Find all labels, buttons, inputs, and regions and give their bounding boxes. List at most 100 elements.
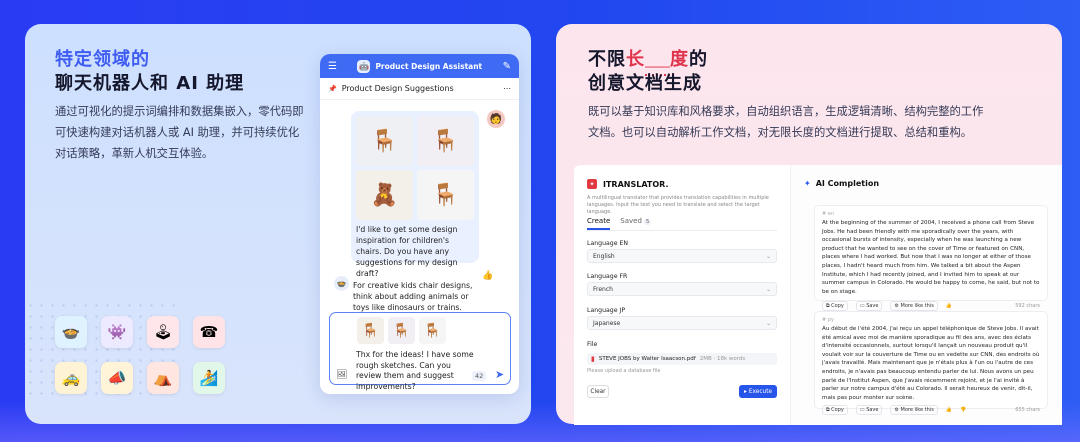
language-fr-select[interactable]: French ⌄	[587, 282, 777, 296]
chevron-down-icon: ⌄	[765, 286, 771, 293]
copy-button[interactable]: ⧉ Copy	[822, 405, 848, 416]
pin-icon: 📌	[328, 84, 337, 93]
ai-completion-panel: ✦ AI Completion # en At the beginning of …	[790, 165, 1062, 425]
card-actions: ⧉ Copy ▭ Save ⚙ More like this 👍 592 cha…	[822, 301, 1040, 312]
clear-button[interactable]: Clear	[587, 385, 609, 398]
char-count: 592 chars	[1015, 303, 1040, 310]
chat-app-header: ☰ 🤖 Product Design Assistant ✎	[320, 54, 519, 78]
heading-suffix-accent: 度	[670, 49, 689, 70]
char-count: 655 chars	[1015, 407, 1040, 414]
heading-prefix: 不限	[588, 49, 626, 70]
pdf-icon: ▮	[591, 355, 595, 363]
file-attachment[interactable]: ▮ STEVE JOBS by Walter Isaacson.pdf 2MB · …	[587, 353, 777, 365]
save-button[interactable]: ▭ Save	[855, 301, 883, 312]
translator-panel: ✦ ITRANSLATOR. A multilingual translator …	[574, 165, 790, 425]
right-description: 既可以基于知识库和风格要求，自动组织语言，生成逻辑清晰、结构完整的工作文档。也可…	[588, 105, 984, 139]
more-label: More like this	[900, 303, 934, 310]
user-message: 🪑 🪑 🧸 🪑 I'd like to get some design insp…	[351, 111, 479, 278]
creature-tile-icon: 👾	[101, 316, 133, 348]
left-description: 通过可视化的提示词编排和数据集嵌入，零代码即可快速构建对话机器人或 AI 助理，…	[55, 105, 304, 160]
play-icon: ▸	[743, 388, 747, 395]
thumbs-up-icon[interactable]: 👍	[946, 303, 952, 309]
chair-image-4[interactable]: 🪑	[417, 170, 474, 220]
conversation-title: Product Design Suggestions	[341, 84, 454, 93]
language-jp-select[interactable]: Japanese ⌄	[587, 316, 777, 330]
chair-image-2[interactable]: 🪑	[417, 116, 474, 166]
language-en-select[interactable]: English ⌄	[587, 249, 777, 263]
assistant-avatar-icon: 🤖	[357, 59, 371, 73]
language-en-label: Language EN	[587, 240, 629, 247]
more-like-this-button[interactable]: ⚙ More like this	[890, 405, 938, 416]
language-fr-label: Language FR	[587, 273, 628, 280]
bot-avatar-icon: 🍲	[334, 276, 349, 291]
more-like-this-button[interactable]: ⚙ More like this	[890, 301, 938, 312]
send-icon[interactable]: ➤	[495, 368, 504, 381]
translator-title: ITRANSLATOR.	[603, 179, 669, 189]
joystick-tile-icon: 🕹	[147, 316, 179, 348]
left-heading-line2: 聊天机器人和 AI 助理	[55, 73, 245, 94]
tab-saved[interactable]: Saved 5	[620, 217, 652, 230]
completion-text-en: At the beginning of the summer of 2004, …	[822, 220, 1040, 295]
save-label: Save	[866, 407, 879, 414]
chair-image-3[interactable]: 🧸	[356, 170, 413, 220]
file-meta: 2MB · 18k words	[699, 356, 746, 362]
chevron-down-icon: ⌄	[765, 320, 771, 327]
save-button[interactable]: ▭ Save	[855, 405, 883, 416]
phone-tile-icon: ☎	[193, 316, 225, 348]
execute-label: Execute	[748, 388, 773, 395]
character-count: 42	[472, 371, 487, 381]
card-lang-tag: # en	[822, 211, 835, 217]
completion-text-fr: Au début de l'été 2004, j'ai reçu un app…	[822, 326, 1040, 401]
sketch-thumb-2[interactable]: 🪑	[388, 317, 415, 344]
thumbs-up-icon[interactable]: 👍	[946, 407, 952, 413]
surfer-tile-icon: 🏄	[193, 362, 225, 394]
execute-button[interactable]: ▸ Execute	[739, 385, 777, 398]
thumbs-up-icon[interactable]: 👍	[482, 271, 493, 281]
heading-mid: 长	[626, 49, 645, 70]
copy-label: Copy	[831, 407, 844, 414]
language-jp-label: Language JP	[587, 307, 626, 314]
upload-hint: Please upload a database file	[587, 368, 661, 374]
copy-label: Copy	[831, 303, 844, 310]
right-heading-line2: 创意文档生成	[588, 73, 702, 94]
thumbs-down-icon[interactable]: 👎	[960, 407, 966, 413]
translator-logo-icon: ✦	[587, 179, 597, 189]
composer-text[interactable]: Thx for the ideas! I have some rough ske…	[356, 350, 476, 392]
chair-image-1[interactable]: 🪑	[356, 116, 413, 166]
ai-completion-title: AI Completion	[815, 179, 880, 188]
chat-app-title: Product Design Assistant	[375, 61, 483, 71]
translator-subtitle: A multilingual translator that provides …	[587, 195, 769, 215]
tent-tile-icon: ⛺	[147, 362, 179, 394]
edit-icon[interactable]: ✎	[503, 61, 511, 72]
bot-tile-icon: 🍲	[55, 316, 87, 348]
chevron-down-icon: ⌄	[765, 253, 771, 260]
language-fr-value: French	[593, 286, 613, 293]
menu-icon[interactable]: ☰	[328, 61, 337, 72]
heading-suffix-rest: 的	[689, 49, 708, 70]
attach-image-icon[interactable]: 🖼	[336, 370, 347, 380]
card-actions: ⧉ Copy ▭ Save ⚙ More like this 👍 👎 655 c…	[822, 405, 1040, 416]
sketch-thumb-3[interactable]: 🪑	[419, 317, 446, 344]
tab-create[interactable]: Create	[587, 217, 611, 230]
card-lang-tag: # py	[822, 317, 834, 323]
completion-card-fr: # py Au début de l'été 2004, j'ai reçu u…	[814, 311, 1048, 416]
translator-tabs: Create Saved 5	[587, 217, 777, 231]
megaphone-tile-icon: 📣	[101, 362, 133, 394]
sketch-thumb-1[interactable]: 🪑	[357, 317, 384, 344]
tab-saved-label: Saved	[620, 217, 642, 225]
copy-button[interactable]: ⧉ Copy	[822, 301, 848, 312]
more-options-icon[interactable]: ⋯	[503, 84, 511, 93]
right-heading-line1: 不限长_____度的	[588, 48, 708, 76]
user-message-text: I'd like to get some design inspiration …	[356, 225, 458, 278]
sparkle-icon: ✦	[804, 179, 811, 188]
message-composer[interactable]: 🪑 🪑 🪑 Thx for the ideas! I have some rou…	[329, 312, 511, 391]
bot-message-text: For creative kids chair designs, think a…	[353, 281, 473, 312]
file-name: STEVE JOBS by Walter Isaacson.pdf	[598, 356, 696, 362]
left-heading-line1: 特定领域的	[55, 49, 150, 70]
language-jp-value: Japanese	[593, 320, 621, 327]
taxi-tile-icon: 🚕	[55, 362, 87, 394]
file-label: File	[587, 341, 598, 348]
save-label: Save	[866, 303, 879, 310]
more-label: More like this	[900, 407, 934, 414]
user-avatar: 🧑	[487, 110, 505, 128]
